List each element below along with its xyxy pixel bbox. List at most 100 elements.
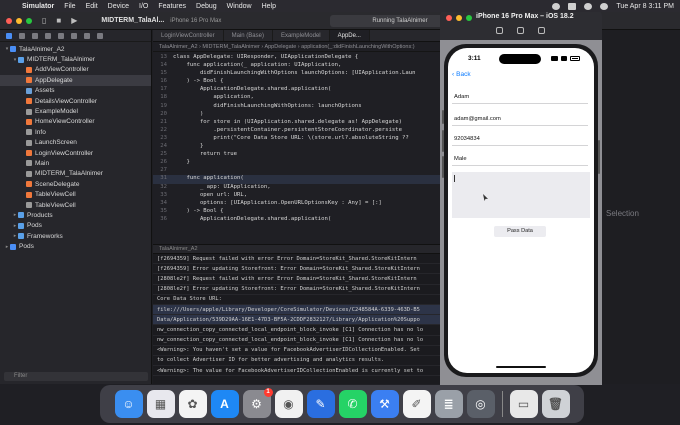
- home-indicator[interactable]: [496, 366, 546, 368]
- home-button-icon[interactable]: [496, 27, 503, 34]
- debug-navigator-icon[interactable]: [84, 32, 90, 39]
- navigator-row[interactable]: ▸ Frameworks: [0, 231, 151, 241]
- control-center-icon[interactable]: [552, 2, 561, 10]
- navigator-row[interactable]: Info: [0, 127, 151, 137]
- textedit-icon[interactable]: ✐: [402, 390, 431, 418]
- code-line[interactable]: 33 open url: URL,: [153, 192, 443, 200]
- breakpoint-navigator-icon[interactable]: [97, 32, 103, 39]
- code-line[interactable]: 19 didFinishLaunchingWithOptions: launch…: [153, 103, 443, 111]
- close-window-button[interactable]: [6, 17, 12, 24]
- finder-icon[interactable]: ☺: [114, 390, 143, 418]
- code-line[interactable]: 27: [153, 167, 443, 175]
- navigator-row[interactable]: ▾ TalaAlnimer_A2: [0, 44, 151, 54]
- issue-navigator-icon[interactable]: [58, 32, 64, 39]
- app-store-icon[interactable]: A: [210, 390, 239, 418]
- navigator-row[interactable]: AppDelegate: [0, 75, 151, 86]
- system-settings-icon[interactable]: ⚙ 1: [242, 388, 273, 418]
- navigator-row[interactable]: ExampleModel: [0, 106, 151, 116]
- run-destination[interactable]: iPhone 16 Pro Max: [170, 18, 221, 24]
- navigator-row[interactable]: DetailsViewController: [0, 96, 151, 106]
- navigator-row[interactable]: LoginViewController: [0, 148, 151, 158]
- navigator-row[interactable]: Assets: [0, 86, 151, 96]
- minimize-window-button[interactable]: [16, 17, 22, 24]
- pass-data-button[interactable]: Pass Data: [494, 226, 546, 237]
- run-icon[interactable]: ▶: [71, 16, 77, 25]
- whatsapp-icon[interactable]: ✆: [338, 390, 367, 418]
- launchpad-icon[interactable]: ▦: [146, 390, 175, 418]
- stop-icon[interactable]: ■: [56, 16, 61, 25]
- navigator-row[interactable]: ▸ Pods: [0, 221, 151, 231]
- code-line[interactable]: 24 }: [153, 143, 443, 151]
- photos-icon[interactable]: ✿: [178, 390, 207, 418]
- navigator-row[interactable]: AddViewController: [0, 65, 151, 75]
- power-button[interactable]: [598, 140, 600, 174]
- simulator-minimize-button[interactable]: [456, 15, 462, 21]
- screenshot-icon[interactable]: [517, 27, 524, 34]
- simulator-close-button[interactable]: [446, 15, 452, 21]
- menubar-clock[interactable]: Tue Apr 8 3:11 PM: [616, 3, 674, 10]
- name-field[interactable]: Adam: [452, 90, 588, 104]
- menu-features[interactable]: Features: [158, 3, 186, 10]
- navigator-filter-input[interactable]: Filter: [4, 372, 148, 381]
- editor-tab[interactable]: Main (Base): [224, 30, 273, 41]
- gender-field[interactable]: Male: [452, 152, 588, 166]
- navigator-row[interactable]: HomeViewController: [0, 117, 151, 127]
- navigator-row[interactable]: TableViewCell: [0, 200, 151, 210]
- find-navigator-icon[interactable]: [45, 32, 51, 39]
- menu-edit[interactable]: Edit: [86, 3, 98, 10]
- navigator-row[interactable]: ▸ Pods: [0, 241, 151, 251]
- zoom-window-button[interactable]: [26, 17, 32, 24]
- code-line[interactable]: 23 print("Core Data Store URL: \(store.u…: [153, 135, 443, 143]
- code-line[interactable]: 21 for store in (UIApplication.shared.de…: [153, 119, 443, 127]
- quicktime-icon[interactable]: ◎: [466, 390, 495, 418]
- navigator-row[interactable]: ▾ MIDTERM_TalaAlnimer: [0, 54, 151, 64]
- battery-icon[interactable]: [568, 2, 577, 10]
- source-control-icon[interactable]: [19, 32, 25, 39]
- xcode-icon[interactable]: ✎: [306, 390, 335, 418]
- code-line[interactable]: 34 options: [UIApplication.OpenURLOption…: [153, 200, 443, 208]
- editor-tab[interactable]: LoginViewController: [153, 30, 224, 41]
- xcode-blue-icon[interactable]: ⚒: [370, 390, 399, 418]
- console-output[interactable]: [f2694359] Request failed with error Err…: [153, 254, 443, 377]
- rotate-icon[interactable]: [538, 27, 545, 34]
- navigator-row[interactable]: LaunchScreen: [0, 138, 151, 148]
- menu-file[interactable]: File: [64, 3, 75, 10]
- back-button[interactable]: ‹ Back: [452, 71, 471, 78]
- navigator-row[interactable]: Main: [0, 158, 151, 168]
- code-line[interactable]: 16 ) -> Bool {: [153, 78, 443, 86]
- code-line[interactable]: 13 class AppDelegate: UIResponder, UIAppl…: [153, 54, 443, 62]
- editor-tab[interactable]: AppDe...: [329, 30, 370, 41]
- menu-debug[interactable]: Debug: [196, 3, 217, 10]
- code-line[interactable]: 15 didFinishLaunchingWithOptions launchO…: [153, 70, 443, 78]
- apple-menu-icon[interactable]: [6, 2, 14, 10]
- navigator-row[interactable]: MIDTERM_TalaAlnimer: [0, 169, 151, 179]
- volume-up-button[interactable]: [442, 130, 444, 152]
- menu-io[interactable]: I/O: [139, 3, 148, 10]
- navigator-row[interactable]: SceneDelegate: [0, 179, 151, 189]
- notes-text-view[interactable]: [452, 172, 590, 218]
- simulator-zoom-button[interactable]: [466, 15, 472, 21]
- test-navigator-icon[interactable]: [71, 32, 77, 39]
- wifi-icon[interactable]: [584, 2, 593, 10]
- code-line[interactable]: 17 ApplicationDelegate.shared.applicatio…: [153, 86, 443, 94]
- db-browser-icon[interactable]: ≣: [434, 390, 463, 418]
- code-line[interactable]: 35 ) -> Bool {: [153, 208, 443, 216]
- code-line[interactable]: 14 func application(_ application: UIApp…: [153, 62, 443, 70]
- preview-window-icon[interactable]: ▭: [509, 390, 538, 418]
- code-line[interactable]: 20 ): [153, 111, 443, 119]
- sidebar-toggle-icon[interactable]: ▯: [42, 16, 46, 25]
- code-line[interactable]: 31 func application(: [153, 175, 443, 184]
- code-line[interactable]: 32 _ app: UIApplication,: [153, 184, 443, 192]
- spotlight-icon[interactable]: [600, 2, 609, 10]
- menu-device[interactable]: Device: [108, 3, 129, 10]
- editor-tab[interactable]: ExampleModel: [273, 30, 330, 41]
- volume-down-button[interactable]: [442, 156, 444, 178]
- code-line[interactable]: 26 }: [153, 159, 443, 167]
- chrome-icon[interactable]: ◉: [274, 390, 303, 418]
- code-line[interactable]: 25 return true: [153, 151, 443, 159]
- code-line[interactable]: 36 ApplicationDelegate.shared.applicatio…: [153, 216, 443, 224]
- email-field[interactable]: adam@gmail.com: [452, 112, 588, 126]
- menu-window[interactable]: Window: [227, 3, 252, 10]
- folder-navigator-icon[interactable]: [6, 32, 12, 39]
- navigator-row[interactable]: TableViewCell: [0, 189, 151, 199]
